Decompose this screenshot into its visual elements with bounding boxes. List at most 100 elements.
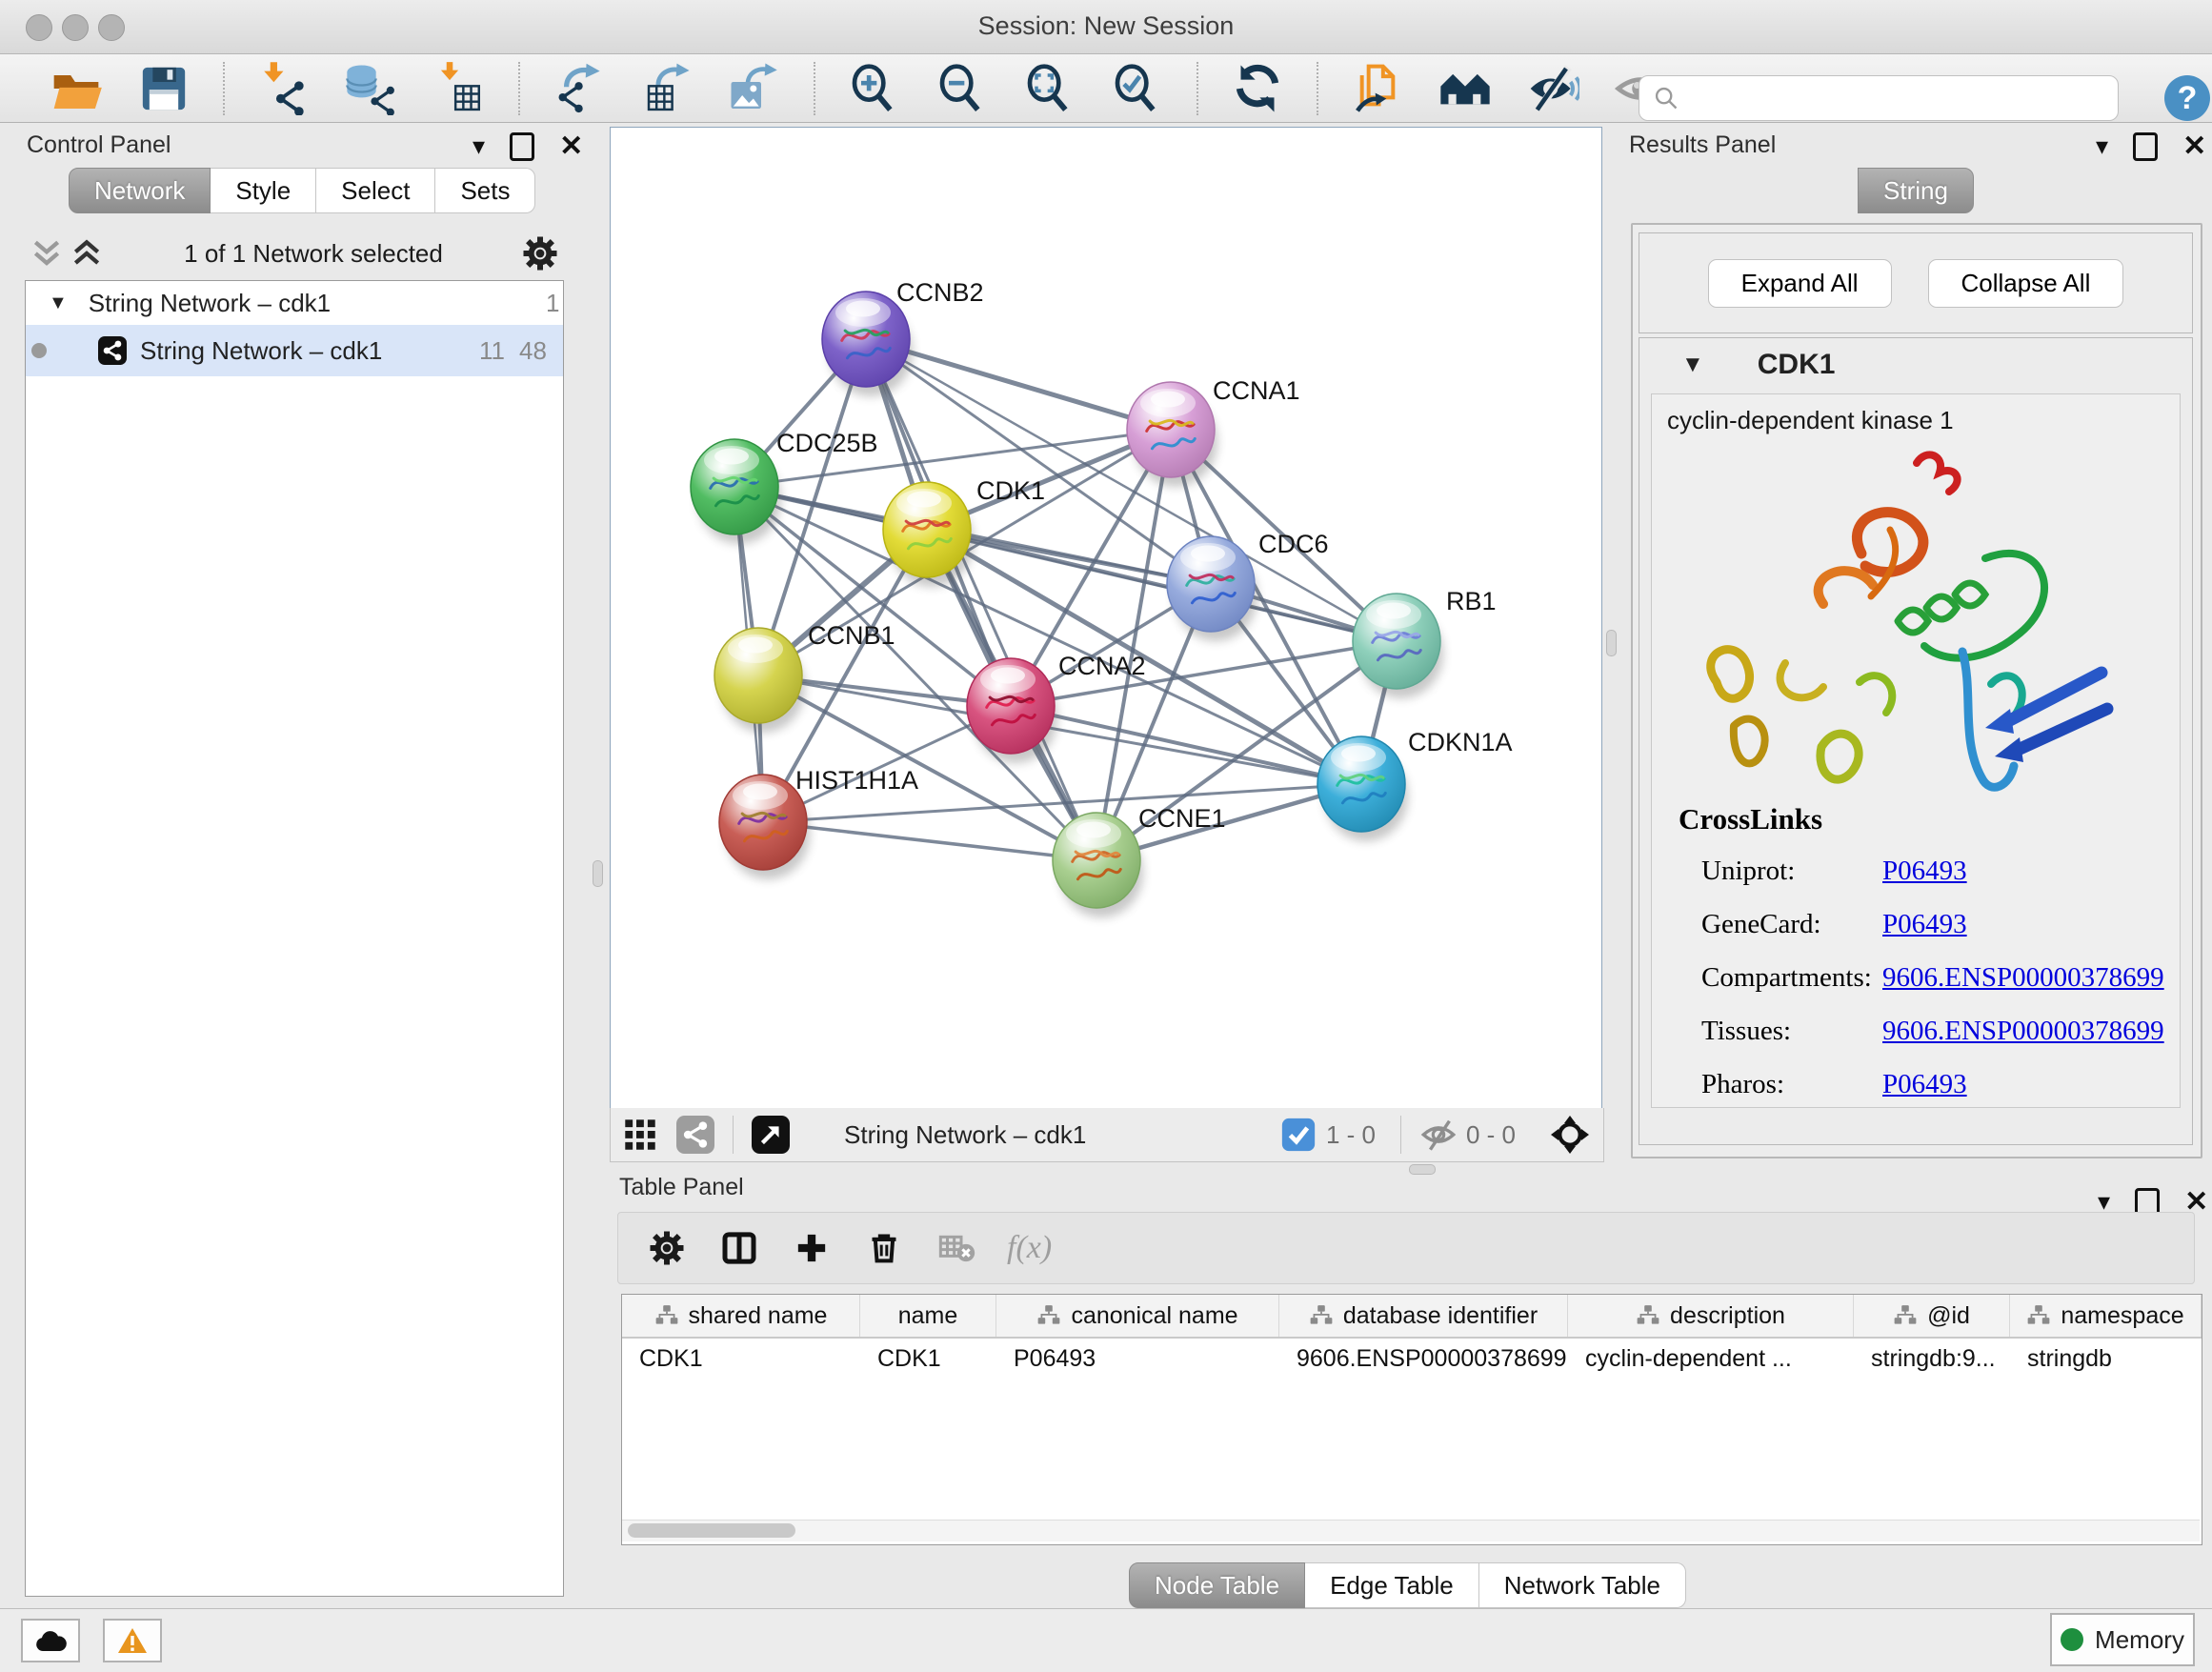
expand-all-button[interactable]: Expand All <box>1708 259 1892 308</box>
control-panel-close-icon[interactable]: ✕ <box>559 130 583 163</box>
column-header-description[interactable]: description <box>1568 1295 1854 1337</box>
bottom-splitter-handle[interactable] <box>1409 1164 1436 1175</box>
network-options-gear-icon[interactable] <box>520 233 560 273</box>
control-panel-collapse-icon[interactable]: ▾ <box>473 131 485 161</box>
tab-network-table[interactable]: Network Table <box>1479 1562 1686 1608</box>
column-header-name[interactable]: name <box>860 1295 996 1337</box>
import-network-from-database-button[interactable] <box>341 58 402 119</box>
table-cell[interactable]: 9606.ENSP00000378699 <box>1279 1339 1568 1379</box>
export-network-button[interactable] <box>549 58 610 119</box>
column-header-namespace[interactable]: namespace <box>2010 1295 2202 1337</box>
column-header-database-identifier[interactable]: database identifier <box>1279 1295 1568 1337</box>
crosslink-link[interactable]: 9606.ENSP00000378699 <box>1882 1016 2164 1050</box>
results-panel-float-icon[interactable] <box>2133 132 2158 161</box>
table-cell[interactable]: CDK1 <box>622 1339 860 1379</box>
search-box[interactable] <box>1639 75 2119 121</box>
delete-table-icon[interactable] <box>935 1226 978 1270</box>
network-badge-gray-icon[interactable] <box>675 1115 715 1155</box>
string-home-button[interactable] <box>1435 58 1496 119</box>
node-CCNB1[interactable] <box>714 628 805 733</box>
column-header-canonical-name[interactable]: canonical name <box>996 1295 1279 1337</box>
table-cell[interactable]: stringdb:9... <box>1854 1339 2010 1379</box>
import-table-from-file-button[interactable] <box>429 58 490 119</box>
node-CCNB2[interactable] <box>822 292 913 396</box>
export-image-button[interactable] <box>724 58 785 119</box>
table-cell[interactable]: cyclin-dependent ... <box>1568 1339 1854 1379</box>
crosslink-link[interactable]: P06493 <box>1882 856 1967 890</box>
tree-expand-icon[interactable]: ▼ <box>49 292 68 314</box>
tab-edge-table[interactable]: Edge Table <box>1305 1562 1479 1608</box>
delete-column-trash-icon[interactable] <box>862 1226 906 1270</box>
selected-checkbox-icon[interactable] <box>1278 1115 1318 1155</box>
protein-section-header[interactable]: ▼ CDK1 <box>1639 338 2192 392</box>
search-input[interactable] <box>1679 78 2118 118</box>
node-CDC6[interactable] <box>1167 536 1257 641</box>
crosslink-link[interactable]: P06493 <box>1882 909 1967 943</box>
table-horizontal-scrollbar[interactable] <box>622 1520 2200 1541</box>
tab-network[interactable]: Network <box>69 168 211 213</box>
control-panel-float-icon[interactable] <box>510 132 534 161</box>
warning-status-button[interactable] <box>103 1619 162 1662</box>
open-session-button[interactable] <box>46 58 107 119</box>
network-row-selected[interactable]: String Network – cdk1 11 48 <box>26 325 563 376</box>
crosslink-link[interactable]: 9606.ENSP00000378699 <box>1882 962 2164 997</box>
tab-string[interactable]: String <box>1858 168 1974 213</box>
export-table-button[interactable] <box>636 58 697 119</box>
cloud-status-button[interactable] <box>21 1619 80 1662</box>
table-row[interactable]: CDK1CDK1P064939606.ENSP00000378699cyclin… <box>622 1339 2202 1379</box>
results-panel-close-icon[interactable]: ✕ <box>2182 130 2206 163</box>
open-view-in-window-icon[interactable] <box>751 1115 791 1155</box>
crosslink-link[interactable]: P06493 <box>1882 1069 1967 1103</box>
table-cell[interactable]: stringdb <box>2010 1339 2202 1379</box>
right-splitter-handle[interactable] <box>1606 630 1617 656</box>
crosslinks-section: CrossLinks Uniprot:P06493GeneCard:P06493… <box>1652 802 2180 1103</box>
network-collection-row[interactable]: ▼ String Network – cdk1 1 <box>26 281 563 325</box>
left-splitter-handle[interactable] <box>593 860 603 887</box>
import-network-from-file-button[interactable] <box>253 58 314 119</box>
node-CCNA2[interactable] <box>967 658 1057 763</box>
export-table-icon <box>640 62 694 115</box>
table-cell[interactable]: CDK1 <box>860 1339 996 1379</box>
table-options-gear-icon[interactable] <box>645 1226 689 1270</box>
tab-style[interactable]: Style <box>211 168 316 213</box>
network-canvas[interactable]: CCNB2CCNA1CDC25BCDK1CDC6RB1CCNB1CCNA2CDK… <box>610 127 1602 1109</box>
string-protein-query-button[interactable] <box>1347 58 1408 119</box>
zoom-in-button[interactable] <box>844 58 905 119</box>
add-column-icon[interactable] <box>790 1226 834 1270</box>
houses-icon <box>1438 62 1492 115</box>
node-CCNE1[interactable] <box>1053 813 1143 917</box>
hidden-eye-icon[interactable] <box>1418 1115 1458 1155</box>
update-view-button[interactable] <box>1227 58 1288 119</box>
node-CDC25B[interactable] <box>691 439 781 544</box>
center-view-crosshair-icon[interactable] <box>1550 1115 1590 1155</box>
zoom-fit-content-button[interactable] <box>1019 58 1080 119</box>
tab-select[interactable]: Select <box>316 168 435 213</box>
collapse-all-tree-icon[interactable] <box>67 233 107 273</box>
birdseye-grid-icon[interactable] <box>620 1115 660 1155</box>
node-CDK1[interactable] <box>883 482 974 587</box>
save-session-button[interactable] <box>133 58 194 119</box>
column-header-shared-name[interactable]: shared name <box>622 1295 860 1337</box>
help-button[interactable]: ? <box>2164 75 2210 121</box>
node-CDKN1A[interactable] <box>1317 736 1408 841</box>
tab-node-table[interactable]: Node Table <box>1129 1562 1305 1608</box>
table-cell[interactable]: P06493 <box>996 1339 1279 1379</box>
expand-all-tree-icon[interactable] <box>27 233 67 273</box>
network-row-label: String Network – cdk1 <box>140 336 382 366</box>
tab-sets[interactable]: Sets <box>435 168 535 213</box>
zoom-selected-button[interactable] <box>1107 58 1168 119</box>
string-network-graph[interactable]: CCNB2CCNA1CDC25BCDK1CDC6RB1CCNB1CCNA2CDK… <box>611 128 1601 1108</box>
protein-collapse-icon[interactable]: ▼ <box>1681 352 1704 378</box>
crosslink-row: Tissues:9606.ENSP00000378699 <box>1701 1016 2180 1050</box>
function-builder-icon[interactable]: f(x) <box>1007 1230 1052 1266</box>
results-panel-collapse-icon[interactable]: ▾ <box>2096 131 2108 161</box>
node-table[interactable]: shared namenamecanonical namedatabase id… <box>621 1294 2202 1545</box>
node-CCNA1[interactable] <box>1127 382 1217 487</box>
node-RB1[interactable] <box>1353 594 1443 698</box>
column-header--id[interactable]: @id <box>1854 1295 2010 1337</box>
collapse-all-button[interactable]: Collapse All <box>1928 259 2124 308</box>
zoom-out-button[interactable] <box>932 58 993 119</box>
show-column-panel-icon[interactable] <box>717 1226 761 1270</box>
memory-button[interactable]: Memory <box>2050 1613 2195 1666</box>
hide-graphics-details-button[interactable] <box>1522 58 1583 119</box>
